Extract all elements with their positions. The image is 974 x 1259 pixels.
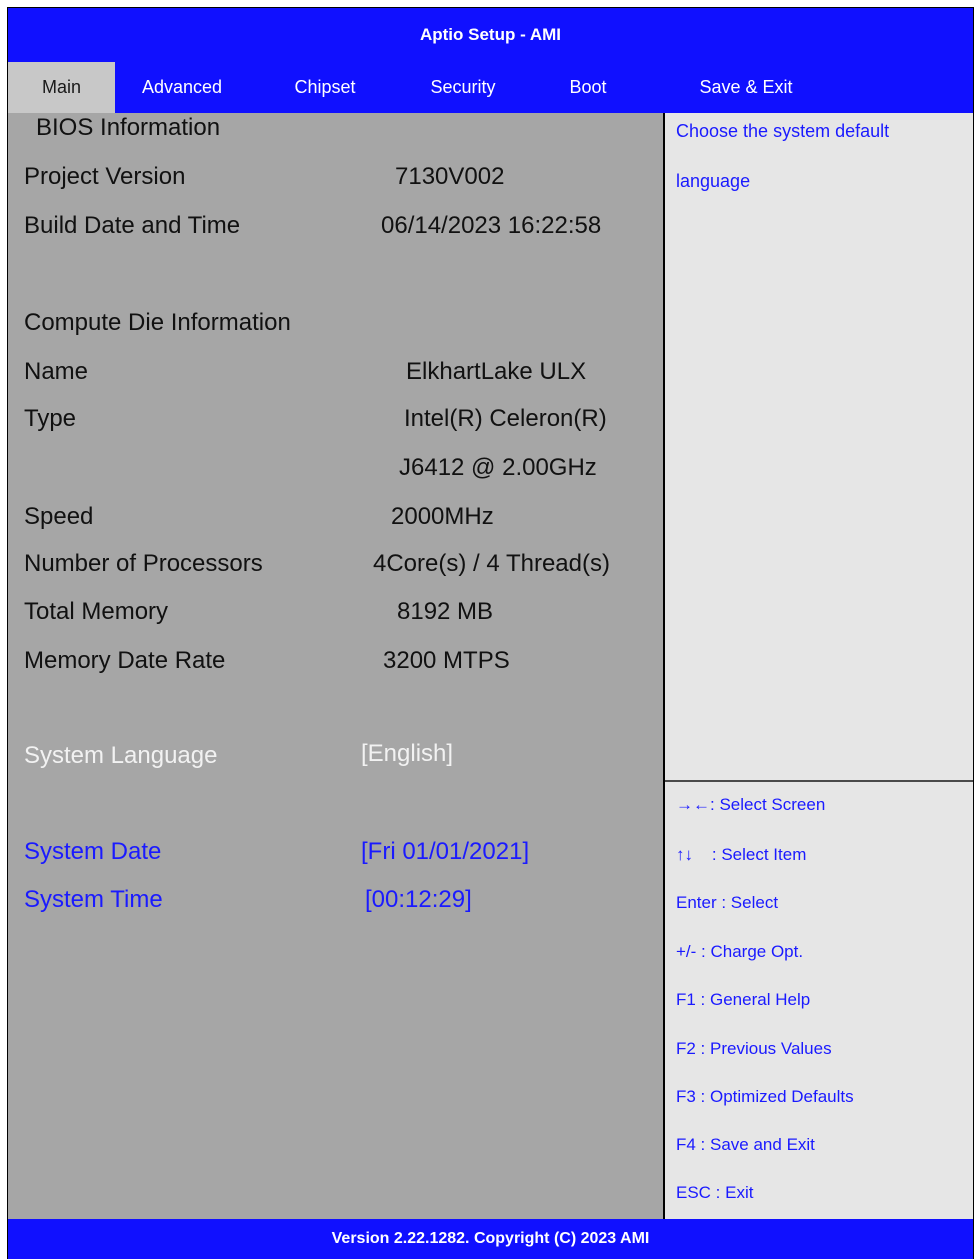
speed-label: Speed — [24, 503, 94, 530]
tab-main[interactable]: Main — [8, 62, 115, 113]
bios-window: Aptio Setup - AMI Main Advanced Chipset … — [7, 7, 974, 1259]
type-value-line2: J6412 @ 2.00GHz — [399, 454, 597, 481]
system-date-value[interactable]: [Fri 01/01/2021] — [361, 838, 529, 866]
type-value-line1: Intel(R) Celeron(R) — [404, 405, 607, 432]
tab-save-exit[interactable]: Save & Exit — [686, 62, 806, 113]
speed-value: 2000MHz — [391, 503, 494, 530]
total-memory-label: Total Memory — [24, 598, 169, 625]
help-text-line2: language — [676, 171, 751, 191]
build-date-value: 06/14/2023 16:22:58 — [381, 212, 602, 239]
key-f3-defaults: F3 : Optimized Defaults — [676, 1087, 854, 1106]
tab-boot[interactable]: Boot — [548, 62, 628, 113]
system-time-label[interactable]: System Time — [24, 886, 163, 914]
project-version-label: Project Version — [24, 163, 186, 190]
tab-bar: Main Advanced Chipset Security Boot Save… — [8, 62, 973, 113]
tab-security[interactable]: Security — [413, 62, 513, 113]
key-select-item: ↑↓ : Select Item — [676, 845, 807, 864]
key-select-screen: →←: Select Screen — [676, 795, 826, 814]
key-change-option: +/- : Charge Opt. — [676, 942, 804, 961]
tab-advanced[interactable]: Advanced — [126, 62, 238, 113]
system-language-label[interactable]: System Language — [24, 742, 217, 770]
processors-label: Number of Processors — [24, 550, 263, 577]
compute-die-heading: Compute Die Information — [24, 309, 291, 336]
key-f4-save: F4 : Save and Exit — [676, 1135, 815, 1154]
key-f2-previous: F2 : Previous Values — [676, 1039, 832, 1058]
system-time-value[interactable]: [00:12:29] — [365, 886, 472, 914]
memory-rate-value: 3200 MTPS — [383, 647, 510, 674]
footer-version: Version 2.22.1282. Copyright (C) 2023 AM… — [8, 1219, 973, 1259]
system-language-value[interactable]: [English] — [361, 740, 453, 768]
processors-value: 4Core(s) / 4 Thread(s) — [373, 550, 610, 577]
tab-chipset[interactable]: Chipset — [280, 62, 370, 113]
name-value: ElkhartLake ULX — [406, 358, 587, 385]
help-divider — [665, 780, 973, 782]
total-memory-value: 8192 MB — [397, 598, 494, 625]
window-title: Aptio Setup - AMI — [8, 8, 973, 62]
key-f1-help: F1 : General Help — [676, 990, 811, 1009]
build-date-label: Build Date and Time — [24, 212, 241, 239]
system-date-label[interactable]: System Date — [24, 838, 161, 866]
help-text-line1: Choose the system default — [676, 121, 890, 141]
project-version-value: 7130V002 — [395, 163, 505, 190]
bios-info-heading: BIOS Information — [36, 114, 221, 141]
name-label: Name — [24, 358, 89, 385]
memory-rate-label: Memory Date Rate — [24, 647, 226, 674]
type-label: Type — [24, 405, 77, 432]
key-enter-select: Enter : Select — [676, 893, 779, 912]
key-esc-exit: ESC : Exit — [676, 1183, 754, 1202]
